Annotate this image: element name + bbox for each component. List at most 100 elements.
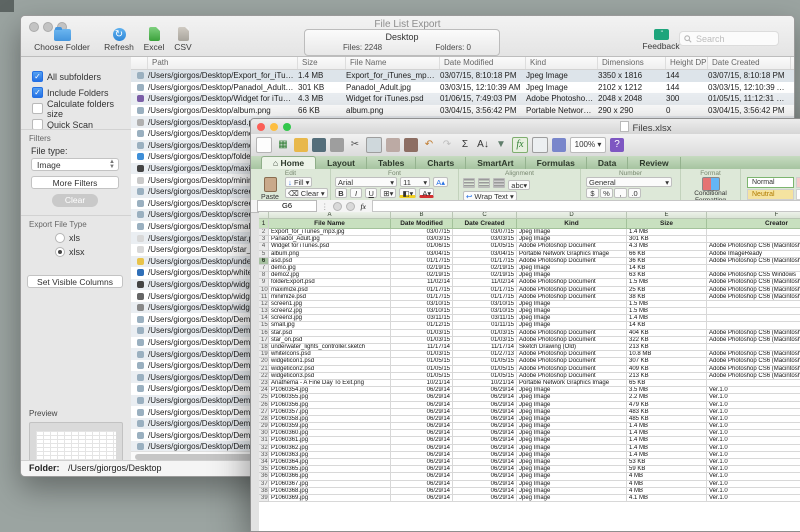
cell-kind[interactable]: Adobe Photoshop Document — [517, 351, 627, 358]
cell-date-created[interactable]: 06/29/14 — [453, 387, 517, 394]
row-header-5[interactable]: 5 — [259, 251, 269, 258]
radio-xls[interactable]: xls — [55, 233, 80, 243]
cell-filename[interactable]: widgeticon1.psd — [269, 358, 391, 365]
cell-filename[interactable]: minimize.psd — [269, 294, 391, 301]
cell-size[interactable]: 1.4 MB — [627, 437, 707, 444]
cell-filename[interactable]: underwater_lights_controller.sketch — [269, 344, 391, 351]
row-header-29[interactable]: 29 — [259, 423, 269, 430]
cell-filename[interactable]: P1060363.jpg — [269, 452, 391, 459]
column-header-C[interactable]: C — [453, 212, 517, 219]
cell-kind[interactable]: Adobe Photoshop Document — [517, 287, 627, 294]
cell-size[interactable]: 1.4 MB — [627, 229, 707, 236]
conditional-formatting-button[interactable]: Format Conditional Formatting — [681, 169, 741, 200]
number-button-.0[interactable]: .0 — [628, 188, 641, 198]
cell-date-created[interactable]: 06/29/14 — [453, 452, 517, 459]
row-header-21[interactable]: 21 — [259, 366, 269, 373]
cell-kind[interactable]: Jpeg Image — [517, 466, 627, 473]
sort-icon[interactable]: A↓ — [476, 138, 490, 152]
accept-entry-button[interactable] — [346, 202, 355, 211]
cell-date-created[interactable]: 06/29/14 — [453, 416, 517, 423]
cell-creator[interactable]: Ver.1.0 — [707, 459, 800, 466]
cell-date-created[interactable]: 01/05/15 — [453, 358, 517, 365]
cell-creator[interactable]: Adobe Photoshop CS5 Windows — [707, 272, 800, 279]
cell-kind[interactable]: Adobe Photoshop Document — [517, 358, 627, 365]
cell-date-modified[interactable]: 01/05/15 — [391, 366, 453, 373]
cell-kind[interactable]: Adobe Photoshop Document — [517, 366, 627, 373]
cell-size[interactable]: 301 KB — [627, 236, 707, 243]
cell-filename[interactable]: Widget for iTunes.psd — [269, 243, 391, 250]
cell-size[interactable]: 14 KB — [627, 322, 707, 329]
cell-date-modified[interactable]: 01/03/15 — [391, 337, 453, 344]
row-header-23[interactable]: 23 — [259, 380, 269, 387]
cell-size[interactable]: 479 KB — [627, 402, 707, 409]
cell-kind[interactable]: Jpeg Image — [517, 409, 627, 416]
row-header-9[interactable]: 9 — [259, 279, 269, 286]
cell-filename[interactable]: screen3.jpg — [269, 315, 391, 322]
cell-date-created[interactable]: 06/29/14 — [453, 402, 517, 409]
cell-filename[interactable]: small.jpg — [269, 322, 391, 329]
row-header-28[interactable]: 28 — [259, 416, 269, 423]
cell-creator[interactable]: Adobe ImageReady — [707, 251, 800, 258]
cell-size[interactable]: 307 KB — [627, 358, 707, 365]
row-header-14[interactable]: 14 — [259, 315, 269, 322]
cell-date-created[interactable]: 06/29/14 — [453, 430, 517, 437]
cell-size[interactable]: 10.8 MB — [627, 351, 707, 358]
style-bad[interactable]: Bad — [796, 177, 800, 188]
number-button-$[interactable]: $ — [586, 188, 599, 198]
cell-creator[interactable]: Adobe Photoshop CS6 (Macintosh) — [707, 258, 800, 265]
workbook-gallery-icon[interactable]: ▦ — [276, 138, 290, 152]
column-header-height-dpi[interactable]: Height DPI — [666, 57, 708, 69]
cell-kind[interactable]: Adobe Photoshop Document — [517, 330, 627, 337]
row-header-35[interactable]: 35 — [259, 466, 269, 473]
bold-button[interactable]: B — [335, 188, 347, 198]
align-bottom-icon[interactable] — [493, 178, 505, 188]
cell-date-modified[interactable]: 06/29/14 — [391, 466, 453, 473]
cell-creator[interactable]: Ver.1.0 — [707, 488, 800, 495]
formula-input[interactable] — [372, 200, 800, 212]
cell-date-created[interactable]: 03/10/15 — [453, 301, 517, 308]
cell-kind[interactable]: Jpeg Image — [517, 459, 627, 466]
orientation-button[interactable]: abc▾ — [508, 180, 530, 190]
cell-date-modified[interactable]: 06/29/14 — [391, 495, 453, 502]
cell-filename[interactable]: widgeticon3.psd — [269, 373, 391, 380]
cell-date-created[interactable]: 11/17/14 — [453, 344, 517, 351]
cell-date-modified[interactable]: 06/29/14 — [391, 409, 453, 416]
toolbox-icon[interactable] — [532, 137, 548, 153]
cell-kind[interactable]: Jpeg Image — [517, 322, 627, 329]
cell-date-modified[interactable]: 11/17/14 — [391, 344, 453, 351]
cell-creator[interactable]: Ver.1.0 — [707, 387, 800, 394]
cell-filename[interactable]: P1060369.jpg — [269, 495, 391, 502]
cell-size[interactable]: 213 KB — [627, 373, 707, 380]
number-button-%[interactable]: % — [600, 188, 613, 198]
cell-size[interactable]: 485 KB — [627, 416, 707, 423]
filter-icon[interactable]: ▼ — [494, 138, 508, 152]
cell-filename[interactable]: P1060366.jpg — [269, 473, 391, 480]
cell-date-created[interactable]: 06/29/14 — [453, 481, 517, 488]
borders-button[interactable]: ⊞▾ — [380, 188, 396, 198]
cell-size[interactable]: 25 KB — [627, 287, 707, 294]
cell-date-modified[interactable]: 02/19/15 — [391, 265, 453, 272]
cell-size[interactable]: 1.4 MB — [627, 315, 707, 322]
cell-kind[interactable]: Jpeg Image — [517, 445, 627, 452]
cell-filename[interactable]: P1060367.jpg — [269, 481, 391, 488]
table-row[interactable]: /Users/giorgos/Desktop/Export_for_iTunes… — [131, 70, 794, 82]
row-header-30[interactable]: 30 — [259, 430, 269, 437]
cell-size[interactable]: 1.4 MB — [627, 445, 707, 452]
column-header-path[interactable]: Path — [148, 57, 298, 69]
cell-size[interactable]: 38 KB — [627, 294, 707, 301]
fill-button[interactable]: ↓ Fill ▾ — [285, 177, 312, 187]
row-header-33[interactable]: 33 — [259, 452, 269, 459]
cell-size[interactable]: 1.5 MB — [627, 308, 707, 315]
column-header-date-created[interactable]: Date Created — [708, 57, 791, 69]
cell-creator[interactable] — [707, 236, 800, 243]
cell-filename[interactable]: screen2.jpg — [269, 308, 391, 315]
cell-creator[interactable]: Ver.1.0 — [707, 452, 800, 459]
cell-creator[interactable] — [707, 315, 800, 322]
cell-size[interactable]: 1.4 MB — [627, 452, 707, 459]
number-button-,[interactable]: , — [614, 188, 627, 198]
tab-charts[interactable]: Charts — [416, 157, 466, 169]
cell-date-modified[interactable]: 01/03/15 — [391, 351, 453, 358]
cell-kind[interactable]: Jpeg Image — [517, 236, 627, 243]
cell-kind[interactable]: Jpeg Image — [517, 481, 627, 488]
cell-date-created[interactable]: 11/02/14 — [453, 279, 517, 286]
